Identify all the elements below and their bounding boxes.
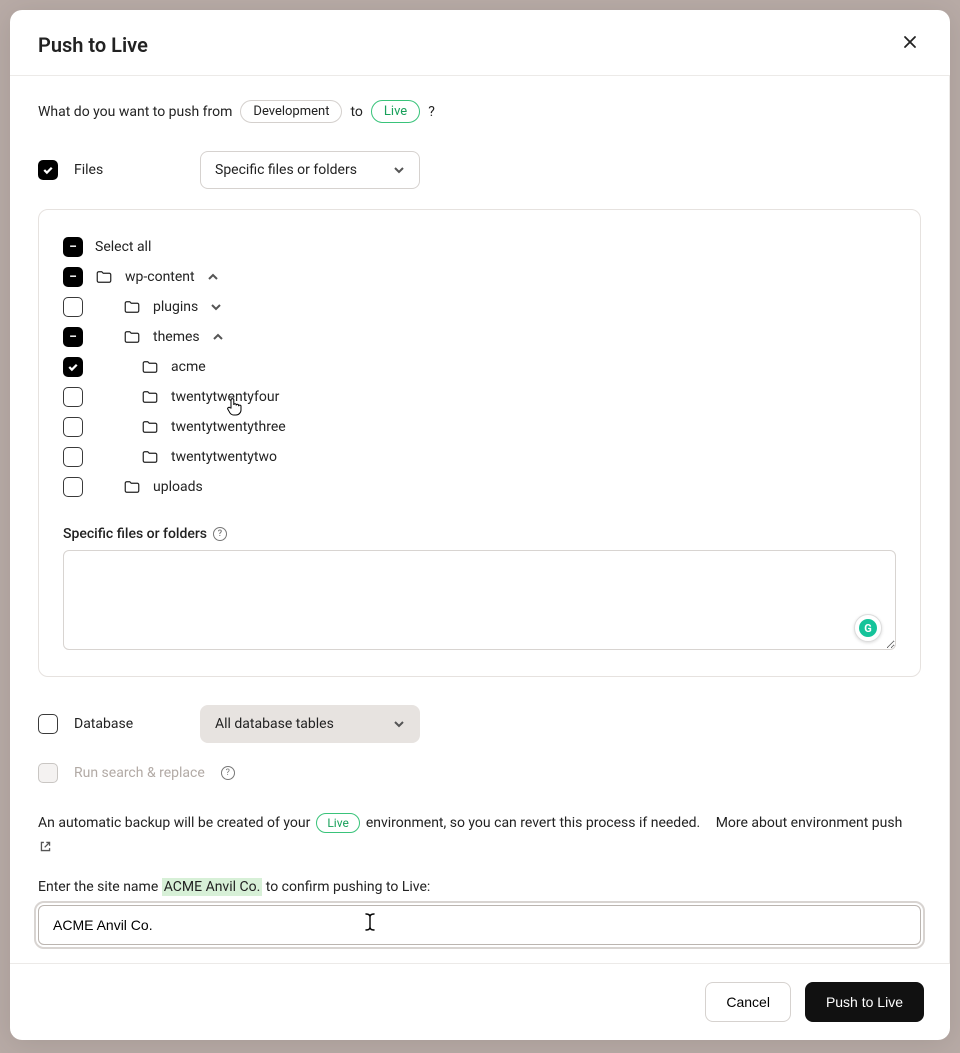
tt3-label: twentytwentythree [171,419,286,435]
confirm-label: Enter the site name ACME Anvil Co. to co… [38,879,921,895]
chevron-down-icon[interactable] [210,301,222,313]
chevron-down-icon [393,718,405,730]
backup-info: An automatic backup will be created of y… [38,813,921,853]
database-row: Database All database tables [38,705,921,743]
push-to-live-modal: Push to Live What do you want to push fr… [10,10,950,1040]
tree-theme-twentytwentythree[interactable]: twentytwentythree [63,412,896,442]
tree-theme-acme[interactable]: acme [63,352,896,382]
modal-body: What do you want to push from Developmen… [10,76,950,963]
database-checkbox[interactable] [38,714,58,734]
folder-icon [141,358,159,376]
external-link-icon [38,839,52,853]
select-all-label: Select all [95,239,151,255]
chevron-down-icon [393,164,405,176]
uploads-checkbox[interactable] [63,477,83,497]
plugins-label: plugins [153,299,198,315]
tree-theme-twentytwentytwo[interactable]: twentytwentytwo [63,442,896,472]
tt4-label: twentytwentyfour [171,389,279,405]
tree-uploads[interactable]: uploads [63,472,896,502]
database-scope-select[interactable]: All database tables [200,705,420,743]
prompt-line: What do you want to push from Developmen… [38,100,921,123]
more-about-push-link[interactable]: More about environment push [716,815,903,831]
acme-checkbox[interactable] [63,357,83,377]
acme-label: acme [171,359,206,375]
folder-icon [141,388,159,406]
select-all-checkbox[interactable]: − [63,237,83,257]
tt4-checkbox[interactable] [63,387,83,407]
tree-themes[interactable]: − themes [63,322,896,352]
help-icon[interactable]: ? [213,527,227,541]
tt3-checkbox[interactable] [63,417,83,437]
help-icon[interactable]: ? [221,766,235,780]
prompt-mid: to [350,104,362,120]
tree-wp-content[interactable]: − wp-content [63,262,896,292]
chevron-up-icon[interactable] [212,331,224,343]
wp-content-checkbox[interactable]: − [63,267,83,287]
files-checkbox[interactable] [38,160,58,180]
confirm-site-name-input[interactable] [38,905,921,945]
search-replace-row: Run search & replace ? [38,763,921,783]
folder-icon [123,298,141,316]
plugins-checkbox[interactable] [63,297,83,317]
prompt-prefix: What do you want to push from [38,104,232,120]
tree-plugins[interactable]: plugins [63,292,896,322]
file-tree-panel: − Select all − wp-content plugins [38,209,921,677]
modal-footer: Cancel Push to Live [10,963,950,1040]
folder-icon [123,478,141,496]
env-pill-to: Live [371,100,420,123]
folder-icon [95,268,113,286]
chevron-up-icon[interactable] [207,271,219,283]
modal-header: Push to Live [10,10,950,76]
search-replace-checkbox [38,763,58,783]
database-scope-value: All database tables [215,716,334,732]
prompt-suffix: ? [428,104,435,120]
files-scope-value: Specific files or folders [215,162,357,178]
themes-label: themes [153,329,200,345]
env-pill-live: Live [316,813,359,833]
folder-icon [141,448,159,466]
specific-files-label: Specific files or folders ? [63,526,896,542]
specific-files-textarea[interactable] [63,550,896,650]
backup-pre: An automatic backup will be created of y… [38,815,310,831]
site-name-highlight: ACME Anvil Co. [162,878,263,896]
tree-select-all[interactable]: − Select all [63,232,896,262]
folder-icon [123,328,141,346]
file-tree: − Select all − wp-content plugins [63,232,896,502]
database-label: Database [74,716,184,732]
backup-post: environment, so you can revert this proc… [366,815,700,831]
modal-title: Push to Live [38,33,148,57]
grammarly-icon[interactable]: G [854,614,882,642]
push-to-live-button[interactable]: Push to Live [805,982,924,1022]
env-pill-from: Development [240,100,342,123]
tt2-label: twentytwentytwo [171,449,277,465]
files-row: Files Specific files or folders [38,151,921,189]
tree-theme-twentytwentyfour[interactable]: twentytwentyfour [63,382,896,412]
close-icon[interactable] [898,30,922,59]
cancel-button[interactable]: Cancel [705,982,791,1022]
wp-content-label: wp-content [125,269,195,285]
folder-icon [141,418,159,436]
tt2-checkbox[interactable] [63,447,83,467]
search-replace-label: Run search & replace [74,765,205,781]
files-scope-select[interactable]: Specific files or folders [200,151,420,189]
uploads-label: uploads [153,479,203,495]
files-label: Files [74,162,184,178]
themes-checkbox[interactable]: − [63,327,83,347]
